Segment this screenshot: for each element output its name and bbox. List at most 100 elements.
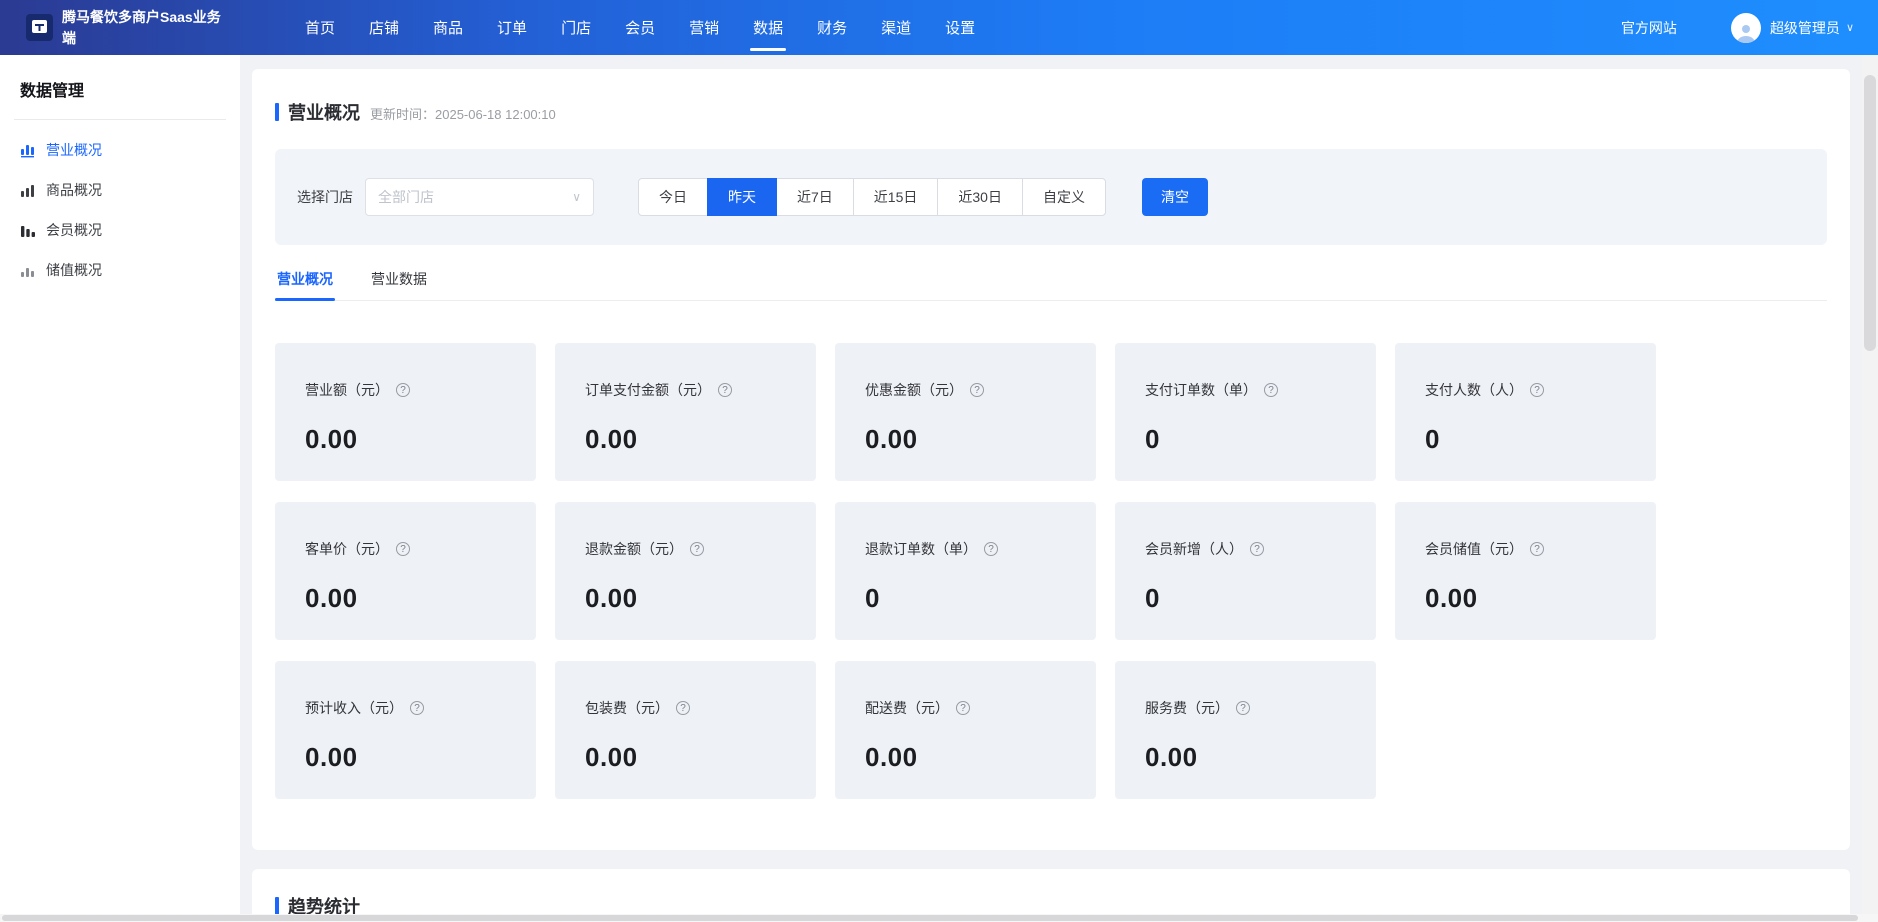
stat-label: 订单支付金额（元）: [585, 380, 711, 400]
stat-value: 0.00: [305, 583, 522, 614]
top-header: 腾马餐饮多商户Saas业务端 首页 店铺 商品 订单 门店 会员 营销 数据 财…: [0, 0, 1878, 55]
official-site-link[interactable]: 官方网站: [1621, 18, 1677, 38]
sidebar-item-business-overview[interactable]: 营业概况: [0, 130, 240, 170]
stat-card-new-members: 会员新增（人） 0: [1115, 502, 1376, 640]
vertical-scrollbar-thumb[interactable]: [1864, 75, 1876, 351]
range-button-15days[interactable]: 近15日: [853, 178, 939, 216]
overview-tabs: 营业概况 营业数据: [275, 269, 1827, 301]
person-icon: [1735, 21, 1757, 43]
sidebar: 数据管理 营业概况 商品概况 会员概况: [0, 55, 240, 922]
horizontal-scrollbar[interactable]: [0, 914, 1878, 922]
stat-value: 0.00: [865, 742, 1082, 773]
stat-label: 配送费（元）: [865, 698, 949, 718]
stat-label: 包装费（元）: [585, 698, 669, 718]
stat-value: 0: [1425, 424, 1642, 455]
nav-item-stores[interactable]: 门店: [544, 0, 608, 55]
stat-label: 退款金额（元）: [585, 539, 683, 559]
stat-value: 0.00: [1425, 583, 1642, 614]
nav-item-home[interactable]: 首页: [288, 0, 352, 55]
nav-item-finance[interactable]: 财务: [800, 0, 864, 55]
stat-value: 0.00: [585, 742, 802, 773]
sidebar-item-label: 商品概况: [46, 180, 102, 200]
help-icon[interactable]: [1250, 542, 1264, 556]
title-accent-bar: [275, 103, 279, 121]
stat-card-paid-orders: 支付订单数（单） 0: [1115, 343, 1376, 481]
nav-item-marketing[interactable]: 营销: [672, 0, 736, 55]
update-time-label: 更新时间：: [370, 107, 435, 122]
sidebar-item-label: 会员概况: [46, 220, 102, 240]
stat-card-member-stored-value: 会员储值（元） 0.00: [1395, 502, 1656, 640]
stat-value: 0: [1145, 424, 1362, 455]
bar-chart-icon: [20, 142, 36, 158]
nav-item-goods[interactable]: 商品: [416, 0, 480, 55]
help-icon[interactable]: [1236, 701, 1250, 715]
app-title: 腾马餐饮多商户Saas业务端: [62, 7, 228, 48]
stat-label: 会员储值（元）: [1425, 539, 1523, 559]
store-select[interactable]: 全部门店: [365, 178, 594, 216]
sidebar-item-label: 储值概况: [46, 260, 102, 280]
user-avatar[interactable]: [1731, 13, 1761, 43]
nav-item-orders[interactable]: 订单: [480, 0, 544, 55]
stat-value: 0: [1145, 583, 1362, 614]
stat-card-packaging-fee: 包装费（元） 0.00: [555, 661, 816, 799]
stat-value: 0.00: [865, 424, 1082, 455]
sidebar-menu: 营业概况 商品概况 会员概况 储值概况: [0, 120, 240, 290]
logo[interactable]: 腾马餐饮多商户Saas业务端: [26, 7, 228, 48]
stat-label: 客单价（元）: [305, 539, 389, 559]
app-screen: 腾马餐饮多商户Saas业务端 首页 店铺 商品 订单 门店 会员 营销 数据 财…: [0, 0, 1878, 922]
horizontal-scrollbar-thumb[interactable]: [2, 915, 1858, 921]
help-icon[interactable]: [676, 701, 690, 715]
header-right: 官方网站 超级管理员: [1621, 13, 1854, 43]
stat-card-avg-order-value: 客单价（元） 0.00: [275, 502, 536, 640]
stat-card-order-paid-amount: 订单支付金额（元） 0.00: [555, 343, 816, 481]
stat-card-refund-amount: 退款金额（元） 0.00: [555, 502, 816, 640]
help-icon[interactable]: [410, 701, 424, 715]
range-button-custom[interactable]: 自定义: [1022, 178, 1106, 216]
stat-card-paying-customers: 支付人数（人） 0: [1395, 343, 1656, 481]
vertical-scrollbar[interactable]: [1862, 55, 1878, 922]
section-head: 营业概况 更新时间：2025-06-18 12:00:10: [252, 69, 1850, 125]
main-nav: 首页 店铺 商品 订单 门店 会员 营销 数据 财务 渠道 设置: [288, 0, 992, 55]
help-icon[interactable]: [718, 383, 732, 397]
stat-label: 支付人数（人）: [1425, 380, 1523, 400]
help-icon[interactable]: [396, 542, 410, 556]
range-button-today[interactable]: 今日: [638, 178, 708, 216]
help-icon[interactable]: [970, 383, 984, 397]
store-filter-label: 选择门店: [297, 187, 353, 207]
chevron-down-icon: [572, 190, 581, 204]
stat-card-service-fee: 服务费（元） 0.00: [1115, 661, 1376, 799]
sidebar-item-member-overview[interactable]: 会员概况: [0, 210, 240, 250]
nav-item-data[interactable]: 数据: [736, 0, 800, 55]
help-icon[interactable]: [690, 542, 704, 556]
username[interactable]: 超级管理员: [1770, 18, 1840, 38]
clear-button[interactable]: 清空: [1142, 178, 1208, 216]
help-icon[interactable]: [396, 383, 410, 397]
nav-item-shop[interactable]: 店铺: [352, 0, 416, 55]
sidebar-title: 数据管理: [0, 55, 240, 101]
nav-item-members[interactable]: 会员: [608, 0, 672, 55]
stat-label: 优惠金额（元）: [865, 380, 963, 400]
sidebar-item-goods-overview[interactable]: 商品概况: [0, 170, 240, 210]
section-head: 趋势统计: [252, 869, 1850, 919]
help-icon[interactable]: [1530, 542, 1544, 556]
stat-label: 退款订单数（单）: [865, 539, 977, 559]
help-icon[interactable]: [1530, 383, 1544, 397]
update-time-value: 2025-06-18 12:00:10: [435, 107, 556, 122]
help-icon[interactable]: [984, 542, 998, 556]
stat-card-delivery-fee: 配送费（元） 0.00: [835, 661, 1096, 799]
tab-business-data[interactable]: 营业数据: [369, 269, 429, 300]
stat-value: 0.00: [1145, 742, 1362, 773]
nav-item-settings[interactable]: 设置: [928, 0, 992, 55]
stat-label: 服务费（元）: [1145, 698, 1229, 718]
sidebar-item-stored-value-overview[interactable]: 储值概况: [0, 250, 240, 290]
help-icon[interactable]: [956, 701, 970, 715]
nav-item-channels[interactable]: 渠道: [864, 0, 928, 55]
bar-chart-icon: [20, 182, 36, 198]
stat-value: 0.00: [585, 424, 802, 455]
chevron-down-icon[interactable]: [1846, 21, 1854, 34]
help-icon[interactable]: [1264, 383, 1278, 397]
tab-business-overview[interactable]: 营业概况: [275, 269, 335, 300]
range-button-7days[interactable]: 近7日: [776, 178, 854, 216]
range-button-yesterday[interactable]: 昨天: [707, 178, 777, 216]
range-button-30days[interactable]: 近30日: [937, 178, 1023, 216]
